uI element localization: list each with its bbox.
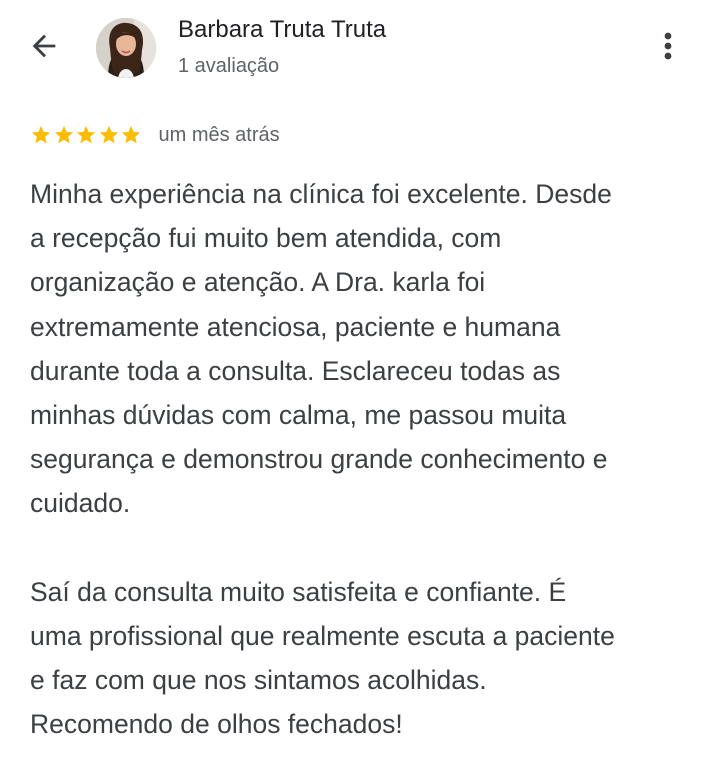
rating-row: um mês atrás (30, 122, 280, 148)
star-icon (31, 125, 51, 144)
review-date: um mês atrás (158, 123, 280, 146)
star-icon (99, 125, 118, 144)
review-text: Minha experiência na clínica foi excelen… (30, 179, 615, 740)
avatar[interactable] (96, 18, 156, 78)
star-rating (30, 124, 143, 146)
review-count: 1 avaliação (178, 55, 280, 77)
arrow-back-icon (27, 29, 61, 68)
more-vert-icon (663, 29, 673, 68)
star-icon (54, 125, 73, 144)
star-icon (76, 125, 96, 144)
avatar-photo (96, 18, 156, 78)
more-options-button[interactable] (648, 26, 688, 70)
reviewer-name[interactable]: Barbara Truta Truta (178, 16, 386, 44)
back-button[interactable] (22, 26, 66, 70)
star-icon (121, 125, 141, 144)
